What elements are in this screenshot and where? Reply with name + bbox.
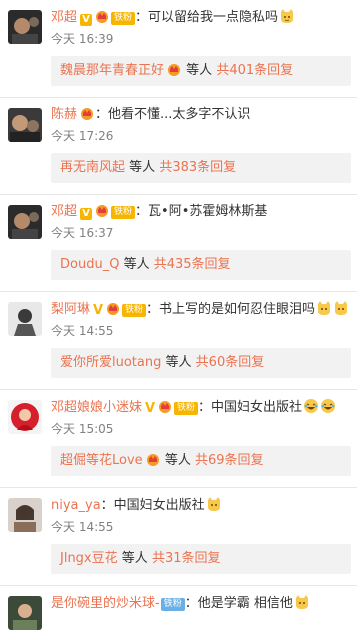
crown-icon	[81, 108, 94, 120]
verified-icon: V	[93, 303, 104, 318]
user-name[interactable]: 邓超	[51, 10, 77, 25]
comment-item: 邓超 V 铁粉 ：可以留给我一点隐私吗 今天 16:39 魏晨那年青春正好 等人 共4…	[0, 0, 357, 98]
comment-text: ：中国妇女出版社	[198, 400, 303, 415]
reply-user[interactable]: 魏晨那年青春正好	[60, 63, 164, 78]
comment-text: ：瓦•阿•苏霍姆林斯基	[135, 204, 268, 219]
reply-summary[interactable]: Doudu_Q 等人 共435条回复	[51, 250, 351, 280]
reply-mid: 等人	[164, 453, 191, 468]
avatar[interactable]	[8, 10, 42, 44]
reply-mid: 等人	[186, 63, 213, 78]
comment-text: ：他看不懂...太多字不认识	[95, 107, 251, 122]
reply-count-link[interactable]: 共401条回复	[216, 63, 293, 78]
comment-time: 今天 16:37	[51, 226, 114, 240]
comment-item: 陈赫 ：他看不懂...太多字不认识 今天 17:26 再无南风起 等人 共383条…	[0, 98, 357, 195]
avatar[interactable]	[8, 302, 42, 336]
avatar[interactable]	[8, 498, 42, 532]
reply-count-link[interactable]: 共383条回复	[159, 160, 236, 175]
avatar[interactable]	[8, 205, 42, 239]
reply-count-link[interactable]: 共31条回复	[152, 551, 221, 566]
reply-mid: 等人	[121, 551, 148, 566]
fan-badge: 铁粉	[122, 304, 147, 317]
crown-icon	[96, 11, 109, 23]
fan-badge: 铁粉	[160, 598, 185, 611]
comment-time: 今天 15:05	[51, 422, 114, 436]
user-name[interactable]: niya_ya	[51, 498, 101, 513]
comment-text: ：可以留给我一点隐私吗	[135, 10, 279, 25]
reply-summary[interactable]: 爱你所爱luotang 等人 共60条回复	[51, 348, 351, 378]
reply-mid: 等人	[123, 257, 150, 272]
user-name[interactable]: 邓超娘娘小迷妹	[51, 400, 142, 415]
reply-mid: 等人	[129, 160, 156, 175]
comment-text: ：书上写的是如何忍住眼泪吗	[146, 302, 316, 317]
reply-summary[interactable]: 魏晨那年青春正好 等人 共401条回复	[51, 56, 351, 86]
crown-icon	[96, 205, 109, 217]
reply-count-link[interactable]: 共69条回复	[195, 453, 264, 468]
reply-user[interactable]: 再无南风起	[60, 160, 125, 175]
crown-icon	[107, 303, 120, 315]
user-name[interactable]: 陈赫	[51, 107, 77, 122]
comment-item: 邓超 V 铁粉 ：瓦•阿•苏霍姆林斯基 今天 16:37 Doudu_Q 等人 共43…	[0, 195, 357, 292]
fan-badge: 铁粉	[174, 402, 199, 415]
crown-icon	[159, 401, 172, 413]
verified-icon: V	[145, 401, 156, 416]
verified-icon: V	[80, 14, 93, 26]
comment-feed: 邓超 V 铁粉 ：可以留给我一点隐私吗 今天 16:39 魏晨那年青春正好 等人 共4…	[0, 0, 357, 633]
crown-icon	[146, 454, 159, 466]
user-name[interactable]: 邓超	[51, 204, 77, 219]
cat-emoji-icon	[295, 595, 308, 609]
comment-item: niya_ya：中国妇女出版社 今天 14:55 Jlngx豆花 等人 共31条…	[0, 488, 357, 586]
comment-item: 邓超娘娘小迷妹 V 铁粉 ：中国妇女出版社 今天 15:05 超倔等花Love 等人 …	[0, 390, 357, 488]
reply-user[interactable]: 爱你所爱luotang	[60, 355, 161, 370]
laugh-emoji-icon	[321, 399, 336, 413]
crown-icon	[168, 64, 181, 76]
user-name[interactable]: 梨阿琳	[51, 302, 90, 317]
comment-time: 今天 17:26	[51, 129, 114, 143]
avatar[interactable]	[8, 400, 42, 434]
cat-emoji-icon	[281, 9, 294, 23]
laugh-emoji-icon	[304, 399, 319, 413]
reply-mid: 等人	[165, 355, 192, 370]
cat-emoji-icon	[318, 301, 331, 315]
reply-summary[interactable]: Jlngx豆花 等人 共31条回复	[51, 544, 351, 574]
reply-count-link[interactable]: 共435条回复	[154, 257, 231, 272]
comment-text: ：中国妇女出版社	[100, 498, 205, 513]
avatar[interactable]	[8, 596, 42, 630]
comment-time: 今天 14:55	[51, 324, 114, 338]
reply-user[interactable]: Jlngx豆花	[60, 551, 118, 566]
reply-summary[interactable]: 超倔等花Love 等人 共69条回复	[51, 446, 351, 476]
reply-user[interactable]: Doudu_Q	[60, 257, 119, 272]
comment-time: 今天 14:55	[51, 520, 114, 534]
comment-item: 是你碗里的炒米球- 铁粉 ：他是学霸 相信他	[0, 586, 357, 630]
reply-count-link[interactable]: 共60条回复	[196, 355, 265, 370]
reply-summary[interactable]: 再无南风起 等人 共383条回复	[51, 153, 351, 183]
user-name[interactable]: 是你碗里的炒米球-	[51, 596, 160, 611]
avatar[interactable]	[8, 108, 42, 142]
cat-emoji-icon	[335, 301, 348, 315]
fan-badge: 铁粉	[111, 206, 136, 219]
comment-text: ：他是学霸 相信他	[184, 596, 293, 611]
reply-user[interactable]: 超倔等花Love	[60, 453, 143, 468]
fan-badge: 铁粉	[111, 12, 136, 25]
verified-icon: V	[80, 208, 93, 220]
comment-item: 梨阿琳 V 铁粉 ：书上写的是如何忍住眼泪吗 今天 14:55 爱你所爱luotang…	[0, 292, 357, 390]
cat-emoji-icon	[207, 497, 220, 511]
comment-time: 今天 16:39	[51, 32, 114, 46]
